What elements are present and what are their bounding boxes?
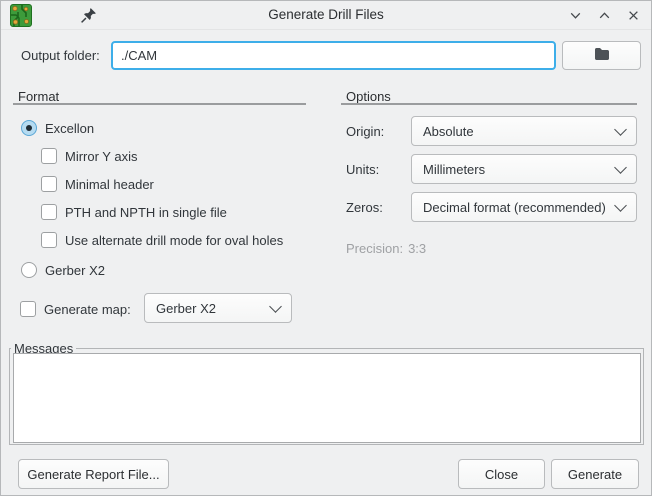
- generate-button[interactable]: Generate: [551, 459, 639, 489]
- window-controls: [567, 1, 641, 29]
- zeros-label: Zeros:: [346, 200, 383, 215]
- origin-select[interactable]: Absolute: [411, 116, 637, 146]
- chevron-down-icon: [614, 199, 627, 212]
- radio-row-gerber-x2: Gerber X2: [21, 262, 105, 278]
- origin-value: Absolute: [423, 123, 474, 139]
- titlebar: Generate Drill Files: [1, 1, 651, 30]
- generate-report-file-label: Generate Report File...: [27, 466, 160, 482]
- pth-npth-label: PTH and NPTH in single file: [65, 204, 227, 220]
- options-section-title: Options: [346, 89, 391, 104]
- excellon-radio[interactable]: [21, 120, 37, 136]
- excellon-radio-label: Excellon: [45, 120, 95, 136]
- units-select[interactable]: Millimeters: [411, 154, 637, 184]
- maximize-button[interactable]: [596, 7, 612, 23]
- generate-map-value: Gerber X2: [156, 300, 216, 316]
- generate-map-select[interactable]: Gerber X2: [144, 293, 292, 323]
- checkbox-row-minimal-header: Minimal header: [41, 176, 154, 192]
- gerber-x2-radio-label: Gerber X2: [45, 262, 105, 278]
- generate-map-row: Generate map:: [20, 301, 131, 317]
- folder-icon: [594, 47, 610, 64]
- minimize-button[interactable]: [567, 7, 583, 23]
- mirror-y-checkbox[interactable]: [41, 148, 57, 164]
- minimal-header-label: Minimal header: [65, 176, 154, 192]
- pth-npth-checkbox[interactable]: [41, 204, 57, 220]
- close-dialog-button[interactable]: Close: [458, 459, 545, 489]
- minimal-header-checkbox[interactable]: [41, 176, 57, 192]
- generate-label: Generate: [567, 466, 623, 482]
- messages-area[interactable]: [13, 353, 641, 443]
- generate-map-label: Generate map:: [44, 301, 131, 317]
- generate-map-checkbox[interactable]: [20, 301, 36, 317]
- window-title: Generate Drill Files: [268, 7, 384, 22]
- origin-label: Origin:: [346, 124, 385, 139]
- format-section-title: Format: [18, 89, 60, 104]
- output-folder-input[interactable]: [111, 41, 556, 70]
- checkbox-row-oval-holes: Use alternate drill mode for oval holes: [41, 232, 283, 248]
- checkbox-row-mirror-y: Mirror Y axis: [41, 148, 137, 164]
- chevron-down-icon: [614, 161, 627, 174]
- precision-value: 3:3: [408, 241, 427, 256]
- chevron-down-icon: [614, 123, 627, 136]
- generate-report-file-button[interactable]: Generate Report File...: [18, 459, 169, 489]
- mirror-y-label: Mirror Y axis: [65, 148, 138, 164]
- output-folder-label: Output folder:: [21, 48, 100, 63]
- precision-label: Precision:: [346, 241, 404, 256]
- chevron-down-icon: [269, 300, 282, 313]
- oval-holes-label: Use alternate drill mode for oval holes: [65, 232, 284, 248]
- units-label: Units:: [346, 162, 380, 177]
- browse-folder-button[interactable]: [562, 41, 641, 70]
- format-divider: [13, 103, 306, 105]
- zeros-select[interactable]: Decimal format (recommended): [411, 192, 637, 222]
- zeros-value: Decimal format (recommended): [423, 199, 606, 215]
- precision-row: Precision: 3:3: [346, 241, 426, 256]
- options-divider: [341, 103, 637, 105]
- close-dialog-label: Close: [484, 466, 519, 482]
- close-button[interactable]: [625, 7, 641, 23]
- gerber-x2-radio[interactable]: [21, 262, 37, 278]
- units-value: Millimeters: [423, 161, 486, 177]
- generate-drill-files-dialog: Generate Drill Files Output folder: ./CA…: [0, 0, 652, 496]
- radio-row-excellon: Excellon: [21, 120, 94, 136]
- oval-holes-checkbox[interactable]: [41, 232, 57, 248]
- checkbox-row-pth-npth: PTH and NPTH in single file: [41, 204, 227, 220]
